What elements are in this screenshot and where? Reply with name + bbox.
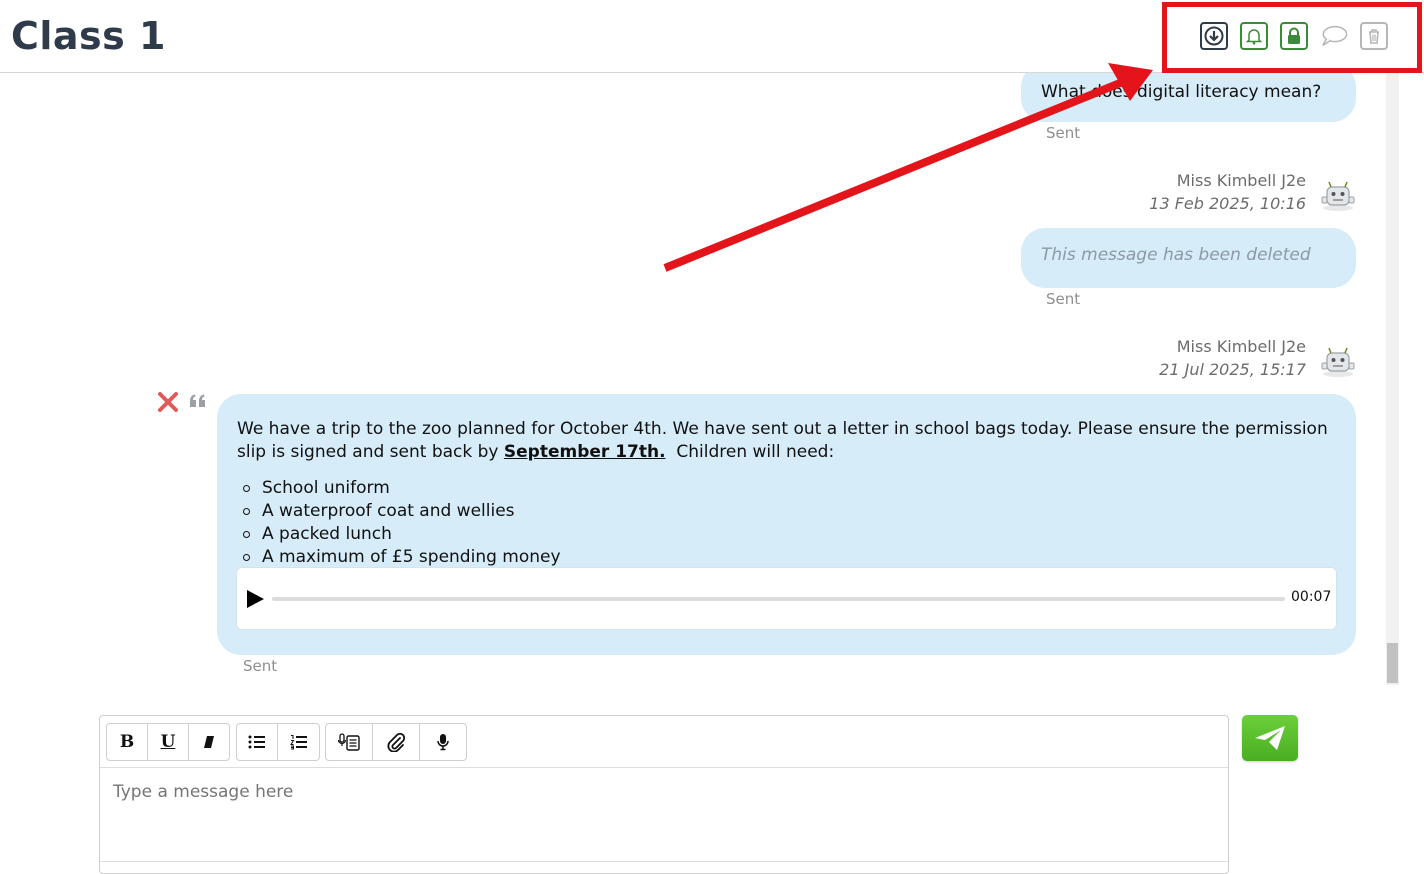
message-author: Miss Kimbell J2e	[1176, 171, 1306, 190]
list-item: A packed lunch	[243, 523, 561, 546]
eraser-icon	[204, 736, 214, 748]
quote-icon[interactable]	[187, 391, 209, 413]
text-style-group: B U	[106, 723, 230, 761]
scrollbar[interactable]	[1386, 73, 1399, 685]
deadline-date: September 17th.	[503, 442, 666, 462]
list-item: A maximum of £5 spending money	[243, 546, 561, 569]
record-audio-button[interactable]	[420, 724, 466, 760]
header: Class 1	[0, 0, 1424, 73]
bullet-list-button[interactable]	[237, 724, 278, 760]
microphone-icon	[437, 734, 449, 751]
lock-icon[interactable]	[1280, 22, 1308, 50]
formatting-toolbar: B U	[100, 716, 1228, 768]
robot-avatar-icon	[1321, 181, 1355, 211]
underline-button[interactable]: U	[148, 724, 189, 760]
header-toolbar	[1200, 22, 1388, 50]
message-list[interactable]: What does digital literacy mean? Sent Mi…	[0, 73, 1424, 693]
delete-message-icon[interactable]	[157, 391, 179, 413]
scrollbar-thumb[interactable]	[1387, 643, 1398, 683]
numbered-list-button[interactable]	[278, 724, 319, 760]
robot-avatar-icon	[1321, 347, 1355, 377]
paper-plane-icon	[1255, 726, 1285, 750]
message-bubble[interactable]: We have a trip to the zoo planned for Oc…	[217, 394, 1356, 655]
list-item: School uniform	[243, 477, 561, 500]
list-group	[236, 723, 320, 761]
message-actions	[157, 391, 209, 413]
bell-icon[interactable]	[1240, 22, 1268, 50]
message-input[interactable]	[113, 782, 1213, 802]
message-bubble[interactable]: This message has been deleted	[1021, 228, 1356, 288]
audio-duration: 00:07	[1291, 589, 1332, 605]
message-timestamp: 21 Jul 2025, 15:17	[1159, 360, 1306, 379]
list-item: A waterproof coat and wellies	[243, 500, 561, 523]
comment-icon[interactable]	[1320, 22, 1348, 50]
message-text: This message has been deleted	[1041, 245, 1311, 265]
page-title: Class 1	[11, 14, 166, 58]
message-timestamp: 13 Feb 2025, 10:16	[1149, 194, 1306, 213]
bullet-list: School uniform A waterproof coat and wel…	[243, 477, 561, 569]
audio-player: 00:07	[236, 567, 1337, 630]
message-text: What does digital literacy mean?	[1041, 82, 1322, 102]
bold-button[interactable]: B	[107, 724, 148, 760]
message-composer: B U	[99, 715, 1229, 874]
numbered-list-icon	[289, 735, 307, 750]
bullet-list-icon	[248, 735, 265, 749]
trash-icon[interactable]	[1360, 22, 1388, 50]
message-status: Sent	[1046, 124, 1081, 142]
speech-to-text-button[interactable]	[326, 724, 373, 760]
attachment-button[interactable]	[373, 724, 420, 760]
clear-format-button[interactable]	[189, 724, 229, 760]
message-status: Sent	[243, 657, 278, 675]
message-bubble[interactable]: What does digital literacy mean?	[1021, 73, 1356, 122]
media-group	[325, 723, 467, 761]
message-status: Sent	[1046, 290, 1081, 308]
send-button[interactable]	[1242, 715, 1298, 761]
audio-progress-bar[interactable]	[272, 597, 1285, 601]
dictation-icon	[338, 733, 360, 751]
paperclip-icon	[387, 732, 406, 752]
message-author: Miss Kimbell J2e	[1176, 337, 1306, 356]
message-text: We have a trip to the zoo planned for Oc…	[237, 419, 1328, 462]
download-icon[interactable]	[1200, 22, 1228, 50]
composer-divider	[100, 861, 1228, 862]
play-icon[interactable]	[245, 589, 265, 609]
